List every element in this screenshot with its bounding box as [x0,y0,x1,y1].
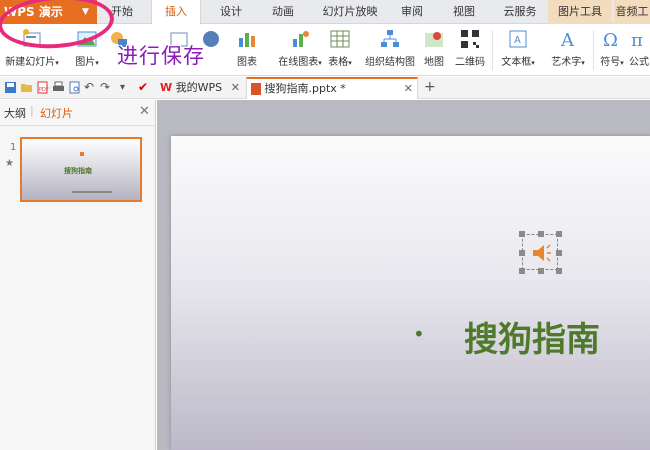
speaker-icon [533,244,551,262]
resize-handle[interactable] [556,250,562,256]
save-icon[interactable] [4,81,17,94]
omega-icon: Ω [603,30,618,50]
formula-label: 公式 [629,57,649,68]
tab-outline[interactable]: 大纲 [4,105,26,121]
doc-tab-label: 搜狗指南.pptx * [264,82,346,95]
pi-icon: π [631,30,643,50]
audio-object[interactable] [519,231,562,274]
resize-handle[interactable] [538,268,544,274]
close-icon[interactable]: ✕ [139,104,150,119]
quick-access-bar: PDF ↶ ↷ ▾ ✔ W 我的WPS ✕ 搜狗指南.pptx * ✕ + [0,77,650,99]
svg-text:PDF: PDF [39,87,49,93]
org-chart-label: 组织结构图 [365,57,415,68]
slide-title[interactable]: 搜狗指南 [464,312,600,361]
tab-slideshow[interactable]: 幻灯片放映 [318,0,382,24]
annotation-text: 进行保存 [117,44,205,68]
qrcode-icon [461,30,479,48]
ribbon-divider [492,30,493,70]
wps-logo-icon: W [160,81,173,94]
new-slide-label: 新建幻灯片 [5,57,56,68]
symbol-button[interactable]: Ω 符号▾ [597,26,627,74]
slide-workspace: • 搜狗指南 [157,100,650,450]
resize-handle[interactable] [556,231,562,237]
tab-audio-tools[interactable]: 音频工 [614,0,650,24]
doc-tab-sogou-guide[interactable]: 搜狗指南.pptx * ✕ [246,77,418,99]
thumb-footer-line [72,191,112,193]
tab-review[interactable]: 审阅 [398,0,426,24]
open-folder-icon[interactable] [20,81,33,94]
tab-picture-tools[interactable]: 图片工具 [548,0,612,24]
slides-panel: 大纲 | 幻灯片 ✕ 1 ★ 搜狗指南 [0,100,156,450]
close-icon[interactable]: ✕ [231,77,240,99]
close-icon[interactable]: ✕ [404,79,413,98]
table-label: 表格 [328,57,349,68]
wordart-button[interactable]: A 艺术字▾ [546,26,590,74]
symbol-label: 符号 [600,57,621,68]
org-chart-button[interactable]: 组织结构图 [362,26,418,74]
slide-canvas[interactable]: • 搜狗指南 [171,136,650,450]
panel-tab-divider: | [30,104,34,117]
formula-button[interactable]: π 公式 [628,26,650,74]
table-icon [330,30,350,48]
tab-animation[interactable]: 动画 [268,0,298,24]
svg-text:π: π [631,30,643,50]
tab-insert[interactable]: 插入 [151,0,201,25]
tab-cloud[interactable]: 云服务 [500,0,540,24]
svg-text:Ω: Ω [603,30,618,50]
slide-number: 1 [10,142,17,153]
star-icon: ★ [5,158,14,169]
map-icon [425,32,443,47]
resize-handle[interactable] [519,250,525,256]
svg-text:A: A [560,30,575,50]
textbox-icon: A [509,30,527,48]
new-tab-icon[interactable]: + [424,79,436,95]
chart-label: 图表 [237,57,257,68]
org-chart-icon [381,30,399,47]
resize-handle[interactable] [538,231,544,237]
thumb-title: 搜狗指南 [64,167,92,175]
panel-header: 大纲 | 幻灯片 ✕ [0,100,156,126]
customize-toolbar-icon[interactable]: ▾ [120,81,133,94]
print-preview-icon[interactable] [68,81,81,94]
table-button[interactable]: 表格▾ [322,26,358,74]
pdf-icon[interactable]: PDF [36,81,49,94]
qrcode-button[interactable]: 二维码 [452,26,488,74]
ribbon-divider [593,30,594,70]
redo-icon[interactable]: ↷ [100,81,113,94]
textbox-button[interactable]: A 文本框▾ [496,26,540,74]
resize-handle[interactable] [556,268,562,274]
tab-view[interactable]: 视图 [450,0,478,24]
online-chart-label: 在线图表 [278,57,319,68]
map-label: 地图 [424,57,444,68]
resize-handle[interactable] [519,231,525,237]
wordart-label: 艺术字 [551,57,582,68]
pin-icon[interactable]: ✔ [138,81,151,94]
pptx-file-icon [251,83,261,95]
resize-handle[interactable] [519,268,525,274]
textbox-label: 文本框 [501,57,532,68]
tab-design[interactable]: 设计 [216,0,246,24]
undo-icon[interactable]: ↶ [84,81,97,94]
wordart-icon: A [560,30,575,50]
slide-thumbnail[interactable]: 搜狗指南 [20,137,142,202]
print-icon[interactable] [52,81,65,94]
map-button[interactable]: 地图 [421,26,447,74]
chart-button[interactable]: 图表 [233,26,261,74]
picture-label: 图片 [75,57,96,68]
qrcode-label: 二维码 [455,57,485,68]
slide-bullet: • [413,322,425,346]
tab-slides[interactable]: 幻灯片 [40,105,73,121]
thumb-audio-icon [80,152,84,156]
svg-text:A: A [514,35,521,46]
bar-chart-icon [239,33,255,47]
online-chart-icon [293,31,309,47]
doc-tab-label: 我的WPS [175,81,223,94]
doc-tab-my-wps[interactable]: W 我的WPS ✕ [156,77,244,99]
